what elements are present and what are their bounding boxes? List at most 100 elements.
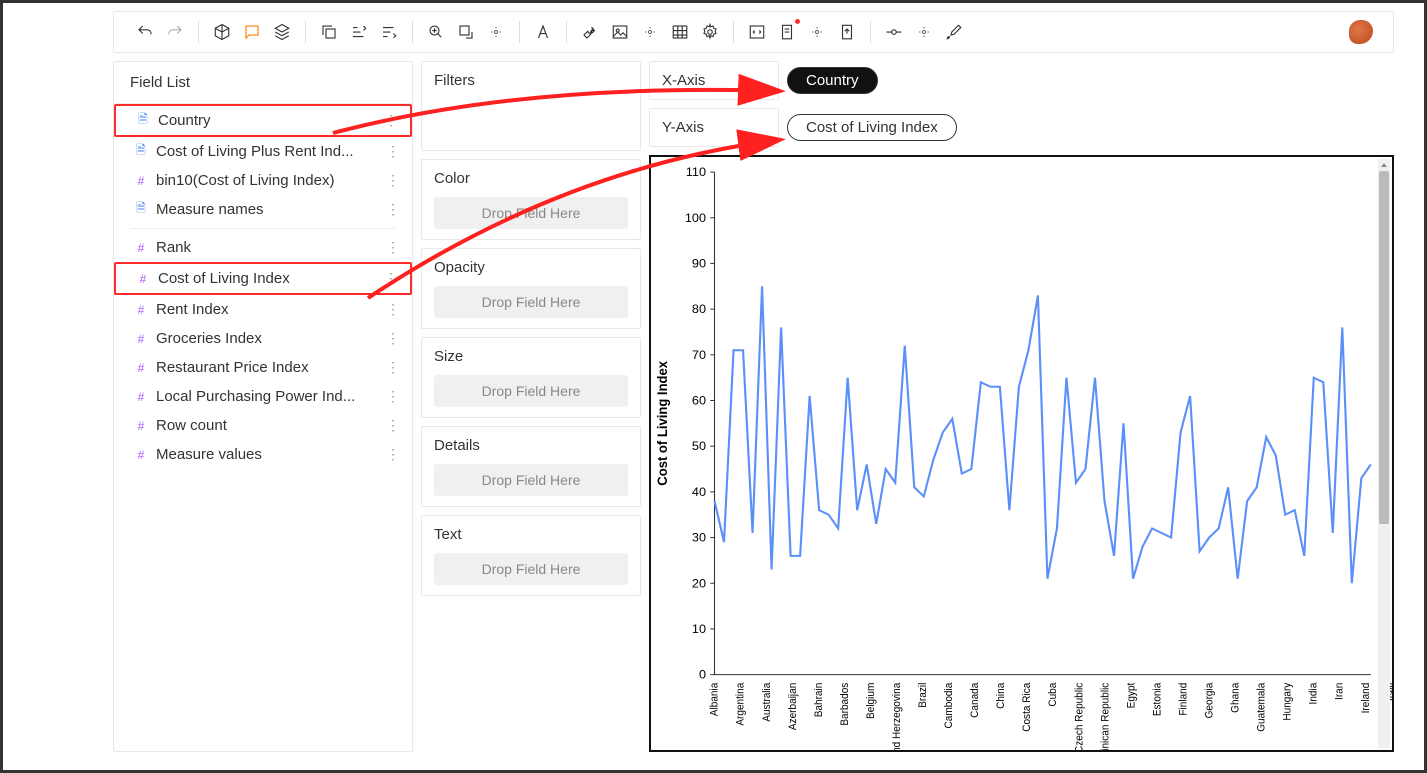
- kebab-menu-icon[interactable]: ⋮: [384, 112, 398, 129]
- field-row[interactable]: 🗎Country⋮: [114, 104, 412, 137]
- export-icon[interactable]: [836, 21, 858, 43]
- hash-icon: #: [134, 303, 148, 317]
- details-shelf[interactable]: Details Drop Field Here: [421, 426, 641, 507]
- field-label: bin10(Cost of Living Index): [156, 172, 378, 189]
- layers-icon[interactable]: [271, 21, 293, 43]
- bird-logo-icon[interactable]: [1349, 20, 1373, 44]
- drop-target[interactable]: Drop Field Here: [434, 375, 628, 407]
- field-list-panel: Field List 🗎Country⋮🗎Cost of Living Plus…: [113, 61, 413, 752]
- field-label: Row count: [156, 417, 378, 434]
- svg-text:Belgium: Belgium: [866, 683, 877, 719]
- field-row[interactable]: # Cost of Living Index ⋮: [114, 262, 412, 295]
- kebab-menu-icon[interactable]: ⋮: [386, 172, 400, 189]
- scrollbar-thumb[interactable]: [1379, 171, 1389, 524]
- drop-target[interactable]: Drop Field Here: [434, 286, 628, 318]
- hash-icon: #: [134, 419, 148, 433]
- kebab-menu-icon[interactable]: ⋮: [386, 446, 400, 463]
- commit-settings-icon[interactable]: [913, 21, 935, 43]
- color-shelf[interactable]: Color Drop Field Here: [421, 159, 641, 240]
- svg-text:110: 110: [686, 165, 706, 179]
- undo-icon[interactable]: [134, 21, 156, 43]
- commit-icon[interactable]: [883, 21, 905, 43]
- svg-text:Argentina: Argentina: [736, 682, 747, 725]
- hash-icon: #: [134, 241, 148, 255]
- document-icon: 🗎: [134, 145, 148, 159]
- hash-icon: #: [134, 390, 148, 404]
- resize-icon[interactable]: [455, 21, 477, 43]
- field-label: Cost of Living Index: [158, 270, 376, 287]
- chart-canvas[interactable]: 0102030405060708090100110Cost of Living …: [649, 155, 1394, 752]
- svg-text:30: 30: [692, 531, 706, 545]
- redo-icon[interactable]: [164, 21, 186, 43]
- kebab-menu-icon[interactable]: ⋮: [386, 330, 400, 347]
- field-row[interactable]: #Groceries Index⋮: [114, 324, 412, 353]
- svg-text:Estonia: Estonia: [1152, 682, 1163, 716]
- vertical-scrollbar[interactable]: [1378, 159, 1390, 748]
- x-axis-pill[interactable]: Country: [787, 67, 878, 94]
- hash-icon: #: [134, 361, 148, 375]
- drop-target[interactable]: Drop Field Here: [434, 553, 628, 585]
- note-icon[interactable]: [776, 21, 798, 43]
- kebab-menu-icon[interactable]: ⋮: [386, 143, 400, 160]
- zoom-icon[interactable]: [425, 21, 447, 43]
- svg-text:80: 80: [692, 302, 706, 316]
- svg-text:Egypt: Egypt: [1126, 683, 1137, 709]
- field-label: Cost of Living Plus Rent Ind...: [156, 143, 378, 160]
- chat-icon[interactable]: [241, 21, 263, 43]
- svg-text:Australia: Australia: [762, 682, 773, 721]
- field-label: Measure values: [156, 446, 378, 463]
- kebab-menu-icon[interactable]: ⋮: [386, 417, 400, 434]
- svg-text:Cuba: Cuba: [1048, 682, 1059, 706]
- image-icon[interactable]: [609, 21, 631, 43]
- drop-target[interactable]: Drop Field Here: [434, 464, 628, 496]
- svg-text:90: 90: [692, 257, 706, 271]
- image-settings-icon[interactable]: [639, 21, 661, 43]
- field-row[interactable]: #Local Purchasing Power Ind...⋮: [114, 382, 412, 411]
- hash-icon: #: [136, 272, 150, 286]
- table-icon[interactable]: [669, 21, 691, 43]
- hash-icon: #: [134, 174, 148, 188]
- code-icon[interactable]: [746, 21, 768, 43]
- svg-text:Albania: Albania: [709, 682, 720, 716]
- text-shelf[interactable]: Text Drop Field Here: [421, 515, 641, 596]
- field-label: Country: [158, 112, 376, 129]
- field-row[interactable]: #Rank⋮: [114, 233, 412, 262]
- resize-settings-icon[interactable]: [485, 21, 507, 43]
- field-row[interactable]: #Restaurant Price Index⋮: [114, 353, 412, 382]
- field-row[interactable]: # Row count ⋮: [114, 411, 412, 440]
- filters-shelf[interactable]: Filters: [421, 61, 641, 151]
- svg-text:10: 10: [692, 622, 706, 636]
- field-row[interactable]: 🗎Measure names⋮: [114, 195, 412, 224]
- x-axis-label: X-Axis: [649, 61, 779, 100]
- hash-icon: #: [134, 332, 148, 346]
- gear-icon[interactable]: [699, 21, 721, 43]
- kebab-menu-icon[interactable]: ⋮: [386, 201, 400, 218]
- drop-target[interactable]: Drop Field Here: [434, 197, 628, 229]
- document-icon: 🗎: [134, 203, 148, 217]
- svg-text:Costa Rica: Costa Rica: [1022, 682, 1033, 731]
- opacity-shelf[interactable]: Opacity Drop Field Here: [421, 248, 641, 329]
- field-row[interactable]: # Measure values ⋮: [114, 440, 412, 469]
- kebab-menu-icon[interactable]: ⋮: [386, 359, 400, 376]
- kebab-menu-icon[interactable]: ⋮: [386, 388, 400, 405]
- copy-icon[interactable]: [318, 21, 340, 43]
- kebab-menu-icon[interactable]: ⋮: [384, 270, 398, 287]
- sort-asc-icon[interactable]: [348, 21, 370, 43]
- hash-icon: #: [134, 448, 148, 462]
- svg-text:Georgia: Georgia: [1204, 682, 1215, 718]
- kebab-menu-icon[interactable]: ⋮: [386, 239, 400, 256]
- wrench-icon[interactable]: [579, 21, 601, 43]
- field-row[interactable]: # bin10(Cost of Living Index) ⋮: [114, 166, 412, 195]
- kebab-menu-icon[interactable]: ⋮: [386, 301, 400, 318]
- brush-icon[interactable]: [943, 21, 965, 43]
- svg-text:100: 100: [685, 211, 706, 225]
- field-row[interactable]: 🗎 Cost of Living Plus Rent Ind... ⋮: [114, 137, 412, 166]
- note-settings-icon[interactable]: [806, 21, 828, 43]
- y-axis-pill[interactable]: Cost of Living Index: [787, 114, 957, 141]
- cube-icon[interactable]: [211, 21, 233, 43]
- shelves-column: Filters Color Drop Field Here Opacity Dr…: [421, 61, 641, 752]
- sort-desc-icon[interactable]: [378, 21, 400, 43]
- format-icon[interactable]: [532, 21, 554, 43]
- field-row[interactable]: #Rent Index⋮: [114, 295, 412, 324]
- size-shelf[interactable]: Size Drop Field Here: [421, 337, 641, 418]
